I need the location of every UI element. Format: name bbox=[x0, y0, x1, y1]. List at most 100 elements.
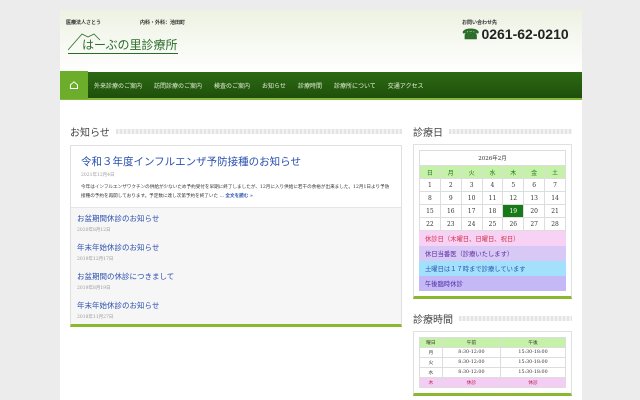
nav-home-visit[interactable]: 訪問診療のご案内 bbox=[148, 81, 208, 90]
news-heading: お知らせ bbox=[70, 128, 110, 139]
hours-heading: 診療時間 bbox=[413, 315, 453, 326]
featured-excerpt: 今年はインフルエンザワクチンの供給が少ないため予約受付を早期に終了しましたが、1… bbox=[81, 183, 391, 201]
nav-news[interactable]: お知らせ bbox=[256, 81, 292, 90]
calendar-week: 15 16 17 18 19 20 21 bbox=[419, 204, 566, 218]
featured-title[interactable]: 令和３年度インフルエンザ予防接種のお知らせ bbox=[81, 154, 391, 169]
calendar-day[interactable]: 16 bbox=[439, 204, 462, 218]
hours-cell: 休診 bbox=[500, 377, 566, 388]
calendar-day[interactable]: 7 bbox=[544, 178, 566, 192]
phone-icon: ☎ bbox=[462, 26, 480, 42]
list-item: 年末年始休診のお知らせ 2018年11月27日 bbox=[71, 295, 401, 324]
news-link[interactable]: お盆期間の休診につきまして bbox=[77, 271, 395, 282]
calendar-day[interactable]: 19 bbox=[502, 204, 525, 218]
news-date: 2019年12月17日 bbox=[77, 257, 114, 262]
hours-header: 午前 bbox=[441, 337, 502, 348]
nav-about[interactable]: 診療所について bbox=[328, 81, 382, 90]
phone-text: 0261-62-0210 bbox=[481, 26, 569, 42]
mountain-icon bbox=[68, 33, 101, 51]
hours-header-row: 曜日 午前 午後 bbox=[419, 337, 566, 348]
hours-cell: 水 bbox=[419, 367, 443, 378]
calendar-day[interactable]: 2 bbox=[439, 178, 462, 192]
calendar-day[interactable]: 28 bbox=[544, 217, 566, 231]
hours-table: 曜日 午前 午後月 8:30-12:00 15:30-18:00 火 8:30-12:00 1… bbox=[419, 337, 566, 388]
divider bbox=[459, 316, 572, 321]
phone-number[interactable]: ☎ 0261-62-0210 bbox=[462, 26, 569, 43]
list-item: お盆期間の休診につきまして 2019年8月19日 bbox=[71, 266, 401, 295]
calendar-week: 1234567 bbox=[419, 178, 566, 192]
news-link[interactable]: お盆期間休診のお知らせ bbox=[77, 213, 395, 224]
page: 医療法人さとう 内科・外科：池田町 はーぶの里診療所 お問い合わせ先 ☎ 0261… bbox=[60, 10, 582, 400]
calendar-day[interactable]: 20 bbox=[523, 204, 546, 218]
legend-item: 午後臨時休診 bbox=[419, 276, 566, 291]
weekday-header: 土 bbox=[544, 165, 566, 179]
calendar-legend: 休診日（木曜日、日曜日、祝日） 休日当番医（診療いたします） 土曜日は１７時まで診療… bbox=[419, 231, 566, 291]
calendar-day[interactable]: 8 bbox=[419, 191, 441, 205]
department: 内科・外科：池田町 bbox=[140, 20, 186, 26]
hours-header: 曜日 bbox=[419, 337, 443, 348]
weekday-header: 日 bbox=[419, 165, 441, 179]
calendar-day[interactable]: 17 bbox=[460, 204, 483, 218]
calendar-day[interactable]: 12 bbox=[502, 191, 525, 205]
legend-item: 休診日（木曜日、日曜日、祝日） bbox=[419, 231, 566, 246]
hours-cell: 15:30-18:00 bbox=[500, 347, 566, 358]
calendar-day[interactable]: 3 bbox=[460, 178, 483, 192]
calendar-day[interactable]: 23 bbox=[439, 217, 462, 231]
hours-row: 水 8:30-12:00 15:30-18:00 bbox=[419, 367, 566, 378]
featured-date: 2021年12月4日 bbox=[81, 173, 115, 178]
calendar-heading: 診療日 bbox=[413, 128, 443, 139]
hours-cell: 8:30-12:00 bbox=[441, 347, 502, 358]
calendar-day[interactable]: 18 bbox=[481, 204, 504, 218]
nav-exams[interactable]: 検査のご案内 bbox=[208, 81, 256, 90]
calendar-day[interactable]: 15 bbox=[419, 204, 441, 218]
calendar-day[interactable]: 10 bbox=[460, 191, 483, 205]
news-date: 2018年11月27日 bbox=[77, 315, 114, 320]
calendar-day[interactable]: 11 bbox=[481, 191, 504, 205]
hours-row: 月 8:30-12:00 15:30-18:00 bbox=[419, 347, 566, 358]
calendar-day[interactable]: 27 bbox=[523, 217, 546, 231]
nav-access[interactable]: 交通アクセス bbox=[382, 81, 430, 90]
hours-cell: 15:30-18:00 bbox=[500, 367, 566, 378]
weekday-header: 水 bbox=[481, 165, 504, 179]
calendar-day[interactable]: 13 bbox=[523, 191, 546, 205]
calendar-day[interactable]: 24 bbox=[460, 217, 483, 231]
calendar-day[interactable]: 5 bbox=[502, 178, 525, 192]
calendar-day[interactable]: 22 bbox=[419, 217, 441, 231]
home-icon[interactable]: ⌂ bbox=[60, 71, 88, 99]
weekday-header: 火 bbox=[460, 165, 483, 179]
hours-cell: 15:30-18:00 bbox=[500, 357, 566, 368]
divider bbox=[449, 129, 572, 134]
calendar-month: 2026年2月 bbox=[419, 150, 566, 165]
read-more-link[interactable]: 全文を読む » bbox=[225, 194, 252, 199]
calendar-day[interactable]: 25 bbox=[481, 217, 504, 231]
legend-item: 休日当番医（診療いたします） bbox=[419, 246, 566, 261]
calendar-day[interactable]: 1 bbox=[419, 178, 441, 192]
legend-item: 土曜日は１７時まで診療しています bbox=[419, 261, 566, 276]
news-link[interactable]: 年末年始休診のお知らせ bbox=[77, 242, 395, 253]
news-link[interactable]: 年末年始休診のお知らせ bbox=[77, 300, 395, 311]
calendar-day[interactable]: 26 bbox=[502, 217, 525, 231]
hours-cell: 月 bbox=[419, 347, 443, 358]
contact-label: お問い合わせ先 bbox=[462, 20, 498, 26]
list-item: 年末年始休診のお知らせ 2019年12月17日 bbox=[71, 237, 401, 266]
corp-name: 医療法人さとう bbox=[66, 20, 102, 26]
calendar-day[interactable]: 6 bbox=[523, 178, 546, 192]
calendar-widget: 2026年2月 日月火水木金土 1 2 3 4 5 6 7 8 9 10 11 12 13 14 15 16 17… bbox=[413, 144, 572, 299]
hours-row: 火 8:30-12:00 15:30-18:00 bbox=[419, 357, 566, 368]
calendar-day[interactable]: 21 bbox=[544, 204, 566, 218]
news-section: お知らせ 令和３年度インフルエンザ予防接種のお知らせ 2021年12月4日 今年… bbox=[70, 124, 402, 327]
hours-cell: 木 bbox=[419, 377, 443, 388]
calendar-week: 8 9 10 11 12 13 14 bbox=[419, 191, 566, 205]
nav-hours[interactable]: 診療時間 bbox=[292, 81, 328, 90]
calendar-day[interactable]: 14 bbox=[544, 191, 566, 205]
calendar-day[interactable]: 9 bbox=[439, 191, 462, 205]
weekday-header: 木 bbox=[502, 165, 525, 179]
calendar-week: 22 23 24 25 26 27 28 bbox=[419, 217, 566, 231]
hours-cell: 火 bbox=[419, 357, 443, 368]
news-list: 令和３年度インフルエンザ予防接種のお知らせ 2021年12月4日 今年はインフル… bbox=[70, 145, 402, 327]
hours-cell: 8:30-12:00 bbox=[441, 367, 502, 378]
site-logo[interactable]: はーぶの里診療所 bbox=[68, 33, 178, 54]
hours-cell: 8:30-12:00 bbox=[441, 357, 502, 368]
calendar-day[interactable]: 4 bbox=[481, 178, 504, 192]
calendar-table: 2026年2月 日月火水木金土 1 2 3 4 5 6 7 8 9 10 11 12 13 14 15 16 17… bbox=[419, 150, 566, 231]
nav-outpatient[interactable]: 外来診療のご案内 bbox=[88, 81, 148, 90]
